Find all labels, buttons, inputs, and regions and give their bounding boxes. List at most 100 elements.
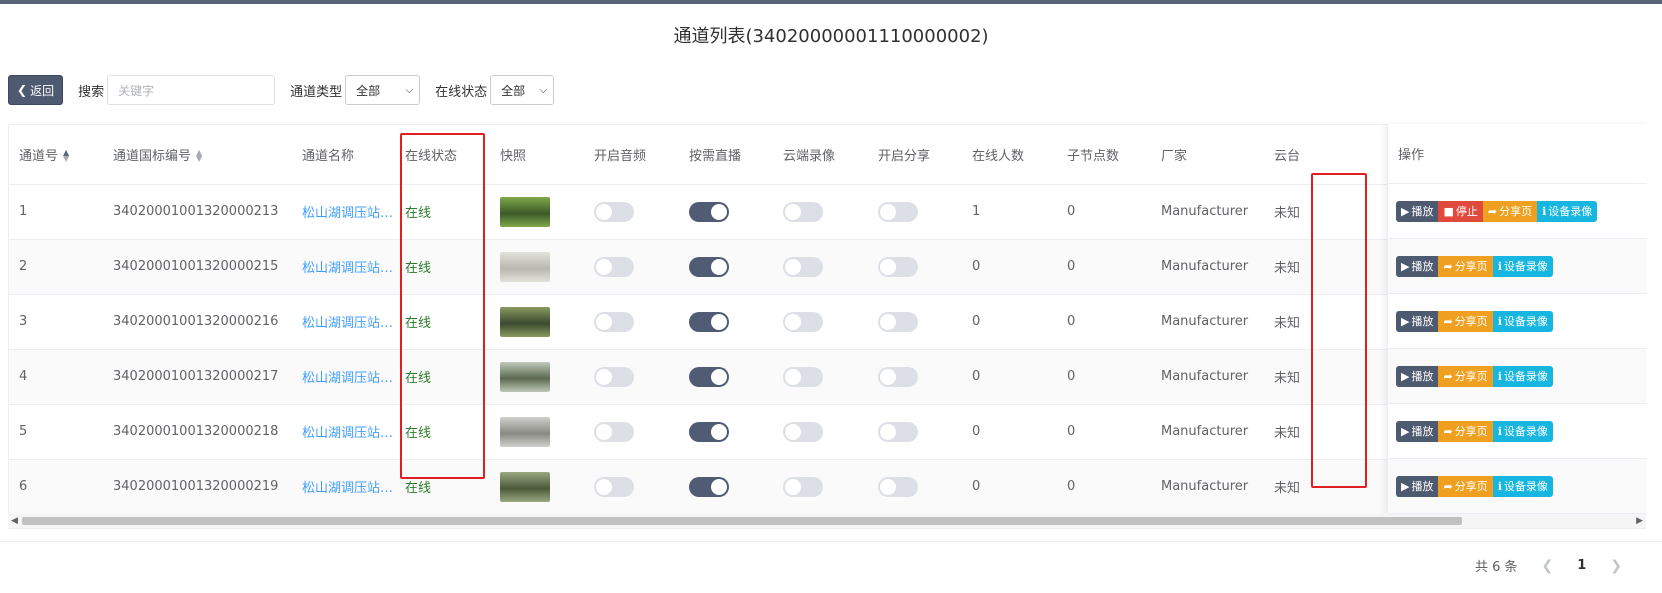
next-page-icon[interactable]: ❯ [1610,558,1622,574]
play-button-label: 播放 [1411,425,1434,438]
play-button[interactable]: ▶ 播放 [1396,310,1439,332]
channel-name-link[interactable]: 松山湖调压站… [292,404,395,460]
play-button[interactable]: ▶ 播放 [1396,475,1439,497]
online-status-select[interactable]: 全部 ⌵ [490,75,555,105]
device-record-button[interactable]: ℹ 设备录像 [1492,310,1553,332]
audio-toggle[interactable] [594,476,634,497]
audio-toggle[interactable] [594,201,634,222]
play-button[interactable]: ▶ 播放 [1396,420,1439,442]
device-record-button[interactable]: ℹ 设备录像 [1537,200,1598,222]
device-record-button[interactable]: ℹ 设备录像 [1492,475,1553,497]
cell-on-demand [679,184,773,240]
cloud-record-toggle[interactable] [783,476,823,497]
scroll-left-icon[interactable]: ◀ [11,514,18,528]
share-page-button[interactable]: ➦ 分享页 [1482,200,1538,222]
cloud-record-toggle[interactable] [783,311,823,332]
cloud-record-toggle[interactable] [783,201,823,222]
cell-children: 0 [1057,349,1151,405]
device-record-button[interactable]: ℹ 设备录像 [1492,255,1553,277]
on-demand-toggle[interactable] [689,201,729,222]
sort-icon[interactable]: ▲ ▼ [63,149,69,163]
col-header-gb-id[interactable]: 通道国标编号 ▲ ▼ [103,125,292,185]
cell-manufacturer: Manufacturer [1151,404,1264,460]
prev-page-icon[interactable]: ❮ [1541,558,1553,574]
cell-ptz: 未知 [1264,294,1389,350]
device-record-button[interactable]: ℹ 设备录像 [1492,365,1553,387]
snapshot-thumbnail[interactable] [500,196,550,227]
stop-button[interactable]: ■ 停止 [1438,200,1483,222]
share-toggle[interactable] [878,476,918,497]
audio-toggle[interactable] [594,256,634,277]
cell-audio [584,239,679,295]
cloud-record-toggle[interactable] [783,256,823,277]
record-button-label: 设备录像 [1503,260,1548,273]
audio-toggle[interactable] [594,311,634,332]
share-icon: ➦ [1443,259,1453,273]
share-toggle[interactable] [878,366,918,387]
page-title: 通道列表(34020000001110000002) [673,26,989,47]
col-header-children: 子节点数 [1057,125,1151,185]
cell-viewers: 1 [962,184,1057,240]
play-button[interactable]: ▶ 播放 [1396,255,1439,277]
operations-row: ▶ 播放 ■ 停止 ➦ 分享页 ℹ 设备录像 [1388,184,1647,239]
cell-status: 在线 [395,459,490,515]
share-toggle[interactable] [878,421,918,442]
col-header-channel-no[interactable]: 通道号 ▲ ▼ [9,125,103,185]
search-input[interactable]: 关键字 [107,75,276,105]
cell-status: 在线 [395,294,490,350]
channel-type-select[interactable]: 全部 ⌵ [345,75,421,105]
snapshot-thumbnail[interactable] [500,471,550,502]
share-page-button[interactable]: ➦ 分享页 [1438,255,1493,277]
share-page-button[interactable]: ➦ 分享页 [1438,310,1493,332]
scroll-right-icon[interactable]: ▶ [1636,514,1643,528]
snapshot-thumbnail[interactable] [500,251,550,282]
cell-channel-no: 1 [9,184,103,240]
device-record-button[interactable]: ℹ 设备录像 [1492,420,1553,442]
on-demand-toggle[interactable] [689,311,729,332]
snapshot-thumbnail[interactable] [500,306,550,337]
cloud-record-toggle[interactable] [783,421,823,442]
on-demand-toggle[interactable] [689,421,729,442]
on-demand-toggle[interactable] [689,256,729,277]
on-demand-toggle[interactable] [689,476,729,497]
cell-manufacturer: Manufacturer [1151,184,1264,240]
on-demand-toggle[interactable] [689,366,729,387]
share-toggle[interactable] [878,256,918,277]
audio-toggle[interactable] [594,366,634,387]
snapshot-thumbnail[interactable] [500,361,550,392]
sort-icon[interactable]: ▲ ▼ [196,149,202,163]
cell-status: 在线 [395,404,490,460]
audio-toggle[interactable] [594,421,634,442]
scrollbar-thumb[interactable] [22,517,1462,525]
cell-cloud-record [773,294,868,350]
operations-row: ▶ 播放 ➦ 分享页 ℹ 设备录像 [1388,459,1647,514]
share-page-button[interactable]: ➦ 分享页 [1438,420,1493,442]
channel-name-link[interactable]: 松山湖调压站… [292,184,395,240]
play-button[interactable]: ▶ 播放 [1396,200,1439,222]
share-page-button[interactable]: ➦ 分享页 [1438,475,1493,497]
cell-snapshot [490,184,584,240]
play-button[interactable]: ▶ 播放 [1396,365,1439,387]
cell-snapshot [490,349,584,405]
cell-cloud-record [773,239,868,295]
cell-share [868,184,962,240]
channel-name-link[interactable]: 松山湖调压站… [292,239,395,295]
chevron-left-icon: ❮ [17,83,28,97]
channel-name-link[interactable]: 松山湖调压站… [292,459,395,515]
col-header-name: 通道名称 [292,125,395,185]
cell-children: 0 [1057,294,1151,350]
page-number-current[interactable]: 1 [1577,558,1586,573]
cloud-record-toggle[interactable] [783,366,823,387]
record-button-label: 设备录像 [1503,315,1548,328]
snapshot-thumbnail[interactable] [500,416,550,447]
col-header-share: 开启分享 [868,125,962,185]
horizontal-scrollbar[interactable]: ◀ ▶ [8,514,1646,528]
share-page-button[interactable]: ➦ 分享页 [1438,365,1493,387]
channel-name-link[interactable]: 松山湖调压站… [292,349,395,405]
cell-share [868,349,962,405]
channel-name-link[interactable]: 松山湖调压站… [292,294,395,350]
share-toggle[interactable] [878,201,918,222]
back-button[interactable]: ❮ 返回 [8,75,64,105]
share-toggle[interactable] [878,311,918,332]
cell-manufacturer: Manufacturer [1151,459,1264,515]
